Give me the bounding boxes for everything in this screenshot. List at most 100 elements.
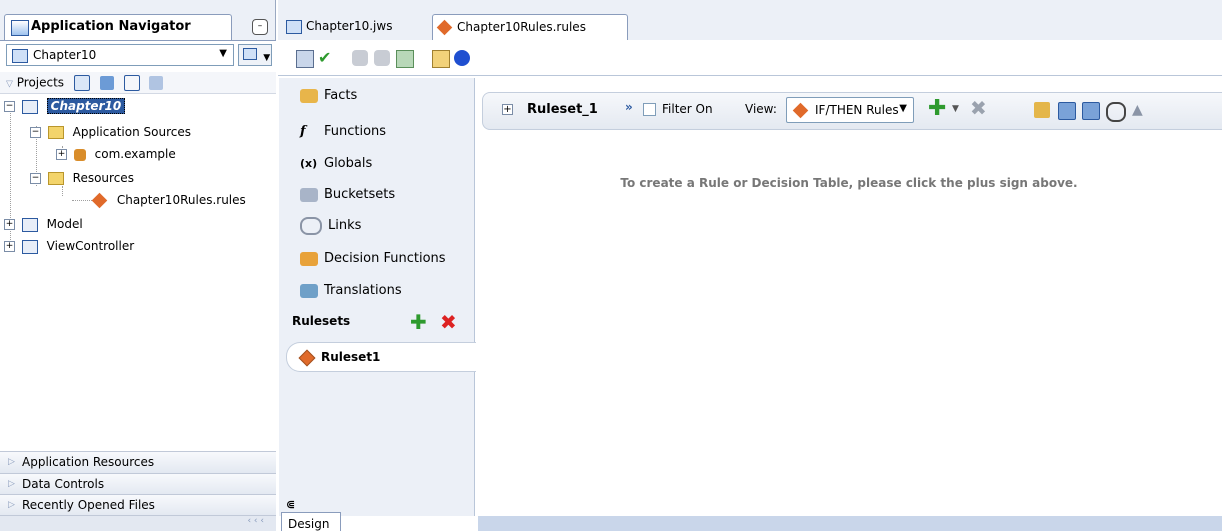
minimize-button[interactable]: – <box>252 19 268 35</box>
view-select-value: IF/THEN Rules <box>815 103 899 117</box>
expand-triangle-icon: ▷ <box>8 500 15 510</box>
side-item-label: Links <box>328 218 362 233</box>
ruleset-name[interactable]: Ruleset_1 <box>527 102 598 117</box>
folder-icon <box>47 126 64 139</box>
tab-design[interactable]: Design <box>281 512 341 531</box>
sort-icon[interactable] <box>149 76 164 90</box>
navigator-collapse-handle[interactable]: ‹ ‹ ‹ <box>0 515 276 531</box>
decision-function-icon <box>300 251 318 266</box>
expand-triangle-icon: ▷ <box>8 457 15 467</box>
accordion-label: Recently Opened Files <box>22 498 155 512</box>
tree-mode-icon[interactable] <box>1034 102 1050 118</box>
side-item-links[interactable]: Links <box>300 215 361 237</box>
tree-node-label: com.example <box>94 147 176 161</box>
side-item-translations[interactable]: Translations <box>300 280 402 302</box>
empty-ruleset-message: To create a Rule or Decision Table, plea… <box>620 176 1078 190</box>
folder-icon <box>47 172 64 185</box>
rulesets-header: Rulesets <box>292 314 351 328</box>
redo-icon[interactable] <box>374 50 390 66</box>
ruleset-list-item[interactable]: Ruleset1 <box>286 342 476 372</box>
navigator-icon <box>11 20 29 36</box>
tree-node-label: Chapter10 <box>46 98 126 114</box>
chevron-down-icon: ▼ <box>899 103 907 114</box>
accordion-application-resources[interactable]: ▷ Application Resources <box>0 451 276 473</box>
filter-icon[interactable] <box>123 75 140 91</box>
project-menu-button[interactable]: ▼ <box>238 44 272 66</box>
projects-toolbar: ▽ Projects <box>0 72 276 94</box>
report-icon[interactable] <box>432 50 450 68</box>
tab-label: Chapter10Rules.rules <box>457 20 586 34</box>
editor-toolbar <box>278 40 1222 76</box>
accordion-data-controls[interactable]: ▷ Data Controls <box>0 473 276 495</box>
undo-icon[interactable] <box>352 50 368 66</box>
translation-icon <box>300 283 318 298</box>
facts-icon <box>300 88 318 103</box>
expand-icon[interactable]: + <box>4 219 15 230</box>
more-options-icon[interactable]: » <box>625 100 633 114</box>
accordion-recently-opened-files[interactable]: ▷ Recently Opened Files <box>0 494 276 516</box>
info-icon[interactable] <box>454 50 470 66</box>
tree-node-application-sources[interactable]: − Application Sources <box>30 122 191 142</box>
tree-node-rules-file[interactable]: Chapter10Rules.rules <box>90 190 246 210</box>
collapse-icon[interactable]: − <box>30 173 41 184</box>
expand-icon[interactable]: + <box>56 149 67 160</box>
side-item-decision-functions[interactable]: Decision Functions <box>300 248 446 270</box>
tree-node-model[interactable]: + Model <box>4 214 83 234</box>
view-label: View: <box>745 102 777 116</box>
project-icon <box>21 99 38 114</box>
side-item-facts[interactable]: Facts <box>300 85 357 107</box>
tree-node-com-example[interactable]: + com.example <box>56 144 176 164</box>
function-icon: f <box>300 123 306 139</box>
side-item-label: Bucketsets <box>324 187 396 202</box>
view-select[interactable]: IF/THEN Rules ▼ <box>786 97 914 123</box>
expand-icon[interactable]: + <box>4 241 15 252</box>
side-item-label: Globals <box>324 156 373 171</box>
tab-chapter10rules[interactable]: Chapter10Rules.rules <box>432 14 628 40</box>
sync-icon[interactable] <box>99 76 114 90</box>
side-item-functions[interactable]: f Functions <box>300 121 386 143</box>
rule-icon <box>792 102 809 119</box>
tree-node-label: Resources <box>72 171 134 185</box>
application-navigator-tab[interactable]: Application Navigator <box>4 14 232 40</box>
project-selector[interactable]: Chapter10 ▼ <box>6 44 234 66</box>
rules-file-icon <box>436 19 453 36</box>
ruleset-item-label: Ruleset1 <box>321 350 381 364</box>
expand-icon[interactable]: + <box>502 104 513 115</box>
side-item-globals[interactable]: (x) Globals <box>300 153 372 175</box>
side-item-label: Facts <box>324 88 358 103</box>
collapse-icon[interactable]: − <box>30 127 41 138</box>
add-rule-dropdown-icon[interactable]: ▼ <box>952 104 959 114</box>
ruleset-icon <box>298 349 316 367</box>
bucketset-icon <box>300 187 318 202</box>
advanced-mode-icon[interactable] <box>1106 102 1126 122</box>
variable-icon: (x) <box>300 156 318 170</box>
collapse-all-icon[interactable] <box>1082 102 1100 120</box>
side-item-bucketsets[interactable]: Bucketsets <box>300 184 395 206</box>
tree-node-chapter10[interactable]: − Chapter10 <box>4 96 126 116</box>
expand-all-icon[interactable] <box>1058 102 1076 120</box>
add-rule-button[interactable]: ✚ <box>928 96 946 121</box>
project-icon <box>21 239 38 254</box>
delete-ruleset-button[interactable]: ✖ <box>440 310 457 334</box>
tree-node-resources[interactable]: − Resources <box>30 168 134 188</box>
tree-node-label: ViewController <box>46 239 135 253</box>
delete-rule-button[interactable]: ✖ <box>970 96 987 120</box>
collapse-triangle-icon[interactable]: ▽ <box>6 80 13 90</box>
book-icon[interactable] <box>296 50 314 68</box>
project-icon <box>21 217 38 232</box>
projects-label: Projects <box>16 75 65 90</box>
import-icon[interactable] <box>396 50 414 68</box>
tab-chapter10-jws[interactable]: Chapter10.jws <box>282 14 422 40</box>
add-ruleset-button[interactable]: ✚ <box>410 310 427 334</box>
validate-check-icon[interactable]: ✔ <box>318 50 334 66</box>
accordion-label: Application Resources <box>22 455 155 469</box>
tree-node-viewcontroller[interactable]: + ViewController <box>4 236 134 256</box>
filter-label: Filter On <box>662 102 713 116</box>
move-up-icon[interactable]: ▲ <box>1132 102 1148 118</box>
collapse-panel-icon[interactable]: ⋐ <box>286 498 295 511</box>
side-item-label: Translations <box>324 283 402 298</box>
collapse-icon[interactable]: − <box>4 101 15 112</box>
application-icon <box>243 48 257 60</box>
filter-checkbox[interactable] <box>643 103 656 116</box>
search-icon[interactable] <box>73 75 90 91</box>
